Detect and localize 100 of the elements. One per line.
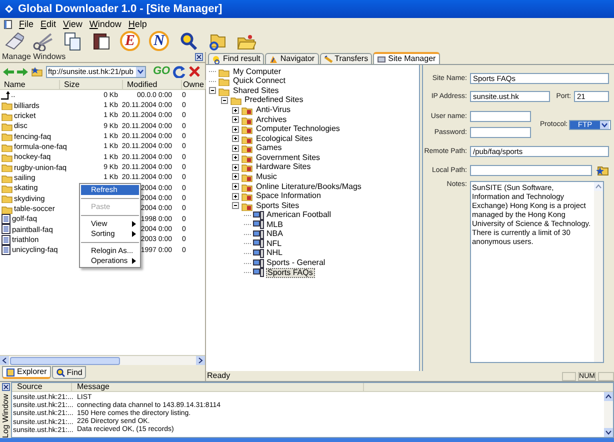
folder-star-icon[interactable]	[31, 66, 43, 78]
tab[interactable]: Site Manager	[373, 52, 440, 64]
folder-icon	[1, 183, 13, 194]
folder-icon	[1, 121, 13, 132]
folder-icon	[1, 100, 13, 110]
tree-item[interactable]: Ecological Sites	[255, 134, 314, 143]
menu-item[interactable]: Help	[128, 20, 147, 28]
folder-icon	[1, 142, 13, 152]
input-field[interactable]	[470, 164, 592, 176]
column-header[interactable]: Name	[0, 80, 60, 89]
folder-icon	[1, 110, 13, 121]
folder-icon	[218, 66, 230, 77]
column-header[interactable]: Size	[60, 80, 123, 89]
tree-item[interactable]: Games	[255, 144, 283, 152]
input-field[interactable]	[470, 111, 531, 122]
expand-icon[interactable]	[232, 173, 239, 180]
category-folder-icon	[241, 200, 253, 211]
forward-arrow-icon[interactable]	[17, 68, 28, 76]
panel-tab[interactable]: Find	[52, 366, 86, 379]
horizontal-scrollbar[interactable]	[0, 355, 205, 365]
search-icon	[56, 368, 65, 377]
category-folder-icon	[241, 182, 253, 192]
category-folder-icon	[241, 114, 253, 125]
expand-icon[interactable]	[232, 183, 239, 190]
tree-item[interactable]: Music	[255, 172, 278, 181]
explorer-icon	[6, 368, 15, 376]
expand-icon[interactable]	[232, 164, 239, 171]
tree-item[interactable]: Archives	[255, 116, 288, 124]
expand-icon[interactable]	[232, 154, 239, 162]
tree-item[interactable]: Sports FAQs	[266, 268, 315, 278]
expand-icon[interactable]	[232, 116, 239, 124]
expand-icon[interactable]	[232, 135, 239, 142]
menu-item[interactable]: File	[19, 20, 34, 28]
folder-icon	[1, 131, 13, 142]
tree-item[interactable]: Space Information	[255, 192, 322, 200]
status-text: Ready	[207, 372, 232, 380]
input-field[interactable]	[470, 127, 531, 138]
tab[interactable]: Find result	[208, 53, 264, 64]
tree-item[interactable]: Computer Technologies	[255, 125, 341, 134]
tree-item[interactable]: NHL	[266, 249, 284, 258]
tree-item[interactable]: NBA	[266, 230, 284, 238]
column-header[interactable]: Modified	[123, 80, 182, 89]
tree-item[interactable]: My Computer	[232, 68, 282, 76]
category-folder-icon	[241, 105, 253, 116]
computer-icon	[252, 220, 264, 230]
column-header[interactable]: Message	[72, 383, 364, 391]
app-icon	[4, 4, 14, 14]
stop-icon[interactable]	[189, 66, 200, 77]
computer-icon	[252, 239, 264, 248]
computer-icon	[252, 248, 264, 258]
expand-icon[interactable]	[232, 106, 239, 114]
vertical-scrollbar[interactable]	[604, 392, 613, 437]
menu-item[interactable]: View	[63, 20, 82, 28]
tree-item[interactable]: NFL	[266, 240, 283, 248]
tree-item[interactable]: Hardware Sites	[255, 163, 312, 172]
tree-item[interactable]: Sports - General	[266, 259, 326, 268]
column-header[interactable]: Source	[12, 383, 72, 391]
tree-item[interactable]: American Football	[266, 211, 332, 220]
computer-icon	[252, 268, 264, 278]
folder-icon	[1, 152, 13, 162]
tree-item[interactable]: Sports Sites	[255, 202, 300, 210]
folder-icon	[230, 95, 242, 106]
scissors-icon[interactable]	[33, 31, 53, 51]
category-folder-icon	[241, 191, 253, 202]
tree-item[interactable]: Online Literature/Books/Mags	[255, 182, 362, 191]
tree-item[interactable]: Anti-Virus	[255, 106, 292, 114]
category-folder-icon	[241, 152, 253, 163]
expand-icon[interactable]	[232, 126, 239, 133]
toolbar-button[interactable]: E	[120, 31, 140, 51]
close-icon[interactable]	[195, 53, 203, 61]
tab[interactable]: Navigator	[265, 53, 319, 64]
toolbar-button[interactable]: N	[149, 31, 169, 51]
back-arrow-icon[interactable]	[3, 68, 14, 76]
tab-icon	[377, 54, 386, 64]
tree-item[interactable]: Predefined Sites	[244, 96, 304, 104]
scroll-left-icon	[0, 356, 9, 365]
tree-item[interactable]: Shared Sites	[232, 86, 280, 95]
collapse-icon[interactable]	[232, 202, 239, 210]
tree-item[interactable]: Quick Connect	[232, 77, 286, 86]
computer-icon	[252, 210, 264, 220]
folder-icon	[218, 76, 230, 86]
scrollbar-thumb[interactable]	[10, 356, 120, 364]
tab[interactable]: Transfers	[320, 53, 372, 64]
tree-item[interactable]: Government Sites	[255, 154, 322, 162]
tree-item[interactable]: MLB	[266, 220, 284, 229]
menu-item[interactable]: Window	[89, 20, 122, 28]
folder-icon	[1, 162, 13, 172]
expand-icon[interactable]	[232, 144, 239, 152]
panel-tab[interactable]: Explorer	[2, 366, 51, 379]
magnifier-icon[interactable]	[178, 31, 198, 51]
category-folder-icon	[241, 162, 253, 172]
collapse-icon[interactable]	[220, 96, 228, 104]
copy-icon[interactable]	[62, 31, 82, 51]
close-icon[interactable]	[2, 383, 10, 391]
refresh-icon[interactable]	[173, 66, 186, 78]
paste-icon[interactable]	[91, 31, 111, 51]
expand-icon[interactable]	[232, 192, 239, 200]
folder-star-icon[interactable]	[595, 164, 609, 176]
collapse-icon[interactable]	[209, 87, 216, 94]
menu-item[interactable]: Edit	[40, 20, 56, 28]
